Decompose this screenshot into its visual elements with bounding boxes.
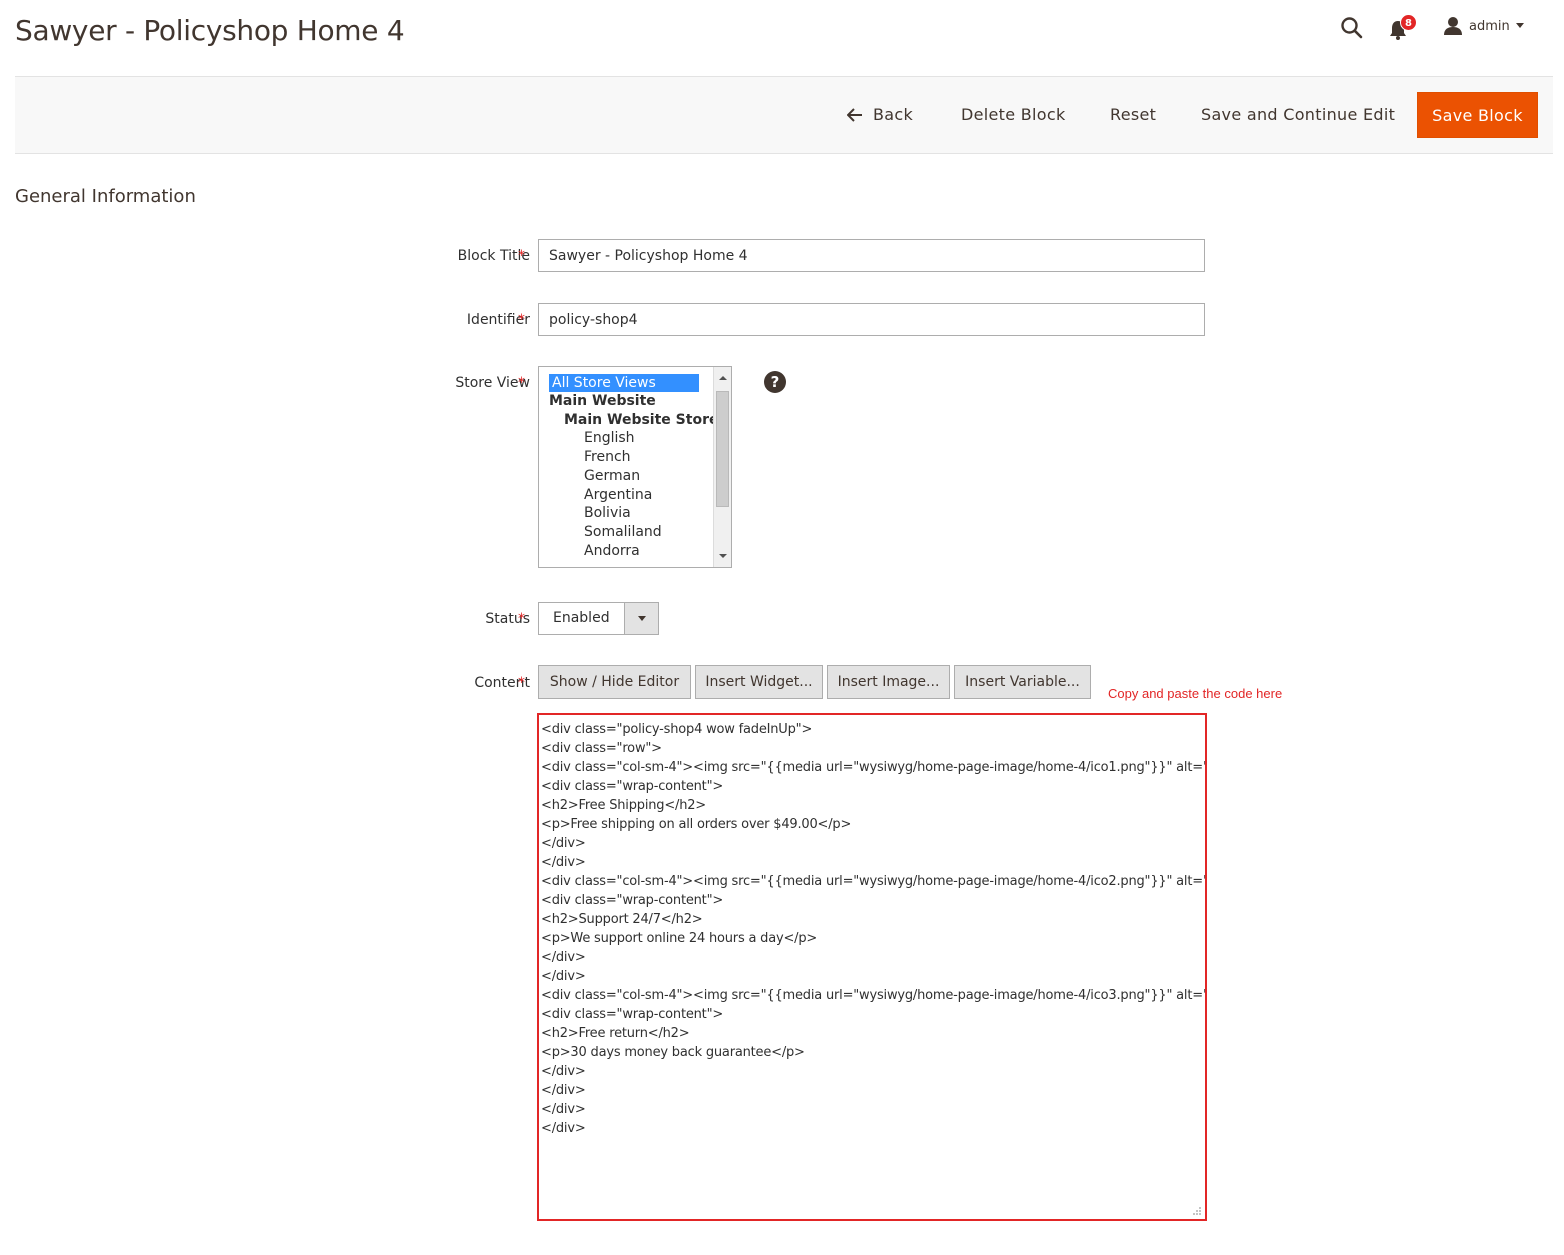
delete-block-button[interactable]: Delete Block [961,105,1066,124]
back-button[interactable]: Back [847,105,913,124]
store-view-option[interactable]: Bolivia [584,505,631,521]
code-line: <div class="col-sm-4"><img src="{{media … [541,988,1207,1003]
insert-image-button[interactable]: Insert Image... [827,665,950,699]
code-line: </div> [541,1064,586,1079]
store-view-option[interactable]: Somaliland [584,524,662,540]
store-view-option[interactable]: French [584,449,631,465]
code-line: <div class="col-sm-4"><img src="{{media … [541,760,1207,775]
store-view-option[interactable]: Main Website [549,393,656,409]
required-marker: * [518,611,525,627]
store-view-option[interactable]: English [584,430,635,446]
help-icon[interactable]: ? [764,371,786,393]
resize-grip-icon[interactable] [1192,1206,1202,1216]
content-textarea[interactable]: <div class="policy-shop4 wow fadeInUp"> <… [537,713,1207,1221]
scroll-down-icon [719,554,727,558]
code-line: <p>Free shipping on all orders over $49.… [541,817,852,832]
identifier-input[interactable] [538,303,1205,336]
code-line: <div class="wrap-content"> [541,1007,724,1022]
code-line: <p>We support online 24 hours a day</p> [541,931,818,946]
required-marker: * [518,248,525,264]
show-hide-editor-button[interactable]: Show / Hide Editor [538,665,691,699]
code-line: <div class="wrap-content"> [541,893,724,908]
code-line: </div> [541,836,586,851]
paste-code-annotation: Copy and paste the code here [1108,686,1283,701]
scrollbar[interactable] [713,367,731,567]
required-marker: * [518,375,525,391]
store-view-option[interactable]: German [584,468,640,484]
scrollbar-thumb[interactable] [716,391,729,507]
status-value: Enabled [553,610,610,626]
user-icon [1444,17,1462,35]
notification-count-badge: 8 [1400,14,1417,31]
save-and-continue-button[interactable]: Save and Continue Edit [1201,105,1395,124]
store-view-option[interactable]: Andorra [584,543,640,559]
section-title: General Information [15,186,196,207]
page-title: Sawyer - Policyshop Home 4 [15,14,405,47]
code-line: <p>30 days money back guarantee</p> [541,1045,805,1060]
user-menu[interactable]: admin [1443,16,1524,36]
reset-button[interactable]: Reset [1110,105,1156,124]
insert-widget-button[interactable]: Insert Widget... [695,665,823,699]
code-line: <h2>Free Shipping</h2> [541,798,706,813]
code-lines: <div class="policy-shop4 wow fadeInUp"> <… [541,720,1207,1138]
page-actions-bar: Back Delete Block Reset Save and Continu… [15,76,1553,154]
code-line: <div class="col-sm-4"><img src="{{media … [541,874,1207,889]
user-name: admin [1469,18,1510,34]
search-icon[interactable] [1340,16,1366,42]
code-line: </div> [541,950,586,965]
code-line: <h2>Free return</h2> [541,1026,690,1041]
save-block-button[interactable]: Save Block [1417,92,1538,138]
status-select[interactable]: Enabled [538,602,659,635]
store-view-option[interactable]: All Store Views [549,374,699,392]
required-marker: * [518,312,525,328]
code-line: </div> [541,1102,586,1117]
chevron-down-icon [1515,23,1524,28]
code-line: <div class="row"> [541,741,662,756]
code-line: </div> [541,969,586,984]
code-line: </div> [541,1083,586,1098]
back-label: Back [873,105,914,124]
store-view-option[interactable]: Main Website Store [564,412,718,428]
chevron-down-icon [624,603,658,634]
code-line: <div class="policy-shop4 wow fadeInUp"> [541,722,813,737]
code-line: </div> [541,855,586,870]
store-view-option[interactable]: Argentina [584,487,652,503]
code-line: </div> [541,1121,586,1136]
store-view-multiselect[interactable]: All Store Views Main Website Main Websit… [538,366,732,568]
scroll-up-icon [719,376,727,380]
notifications-button[interactable]: 8 [1388,14,1418,42]
required-marker: * [518,675,525,691]
arrow-left-icon [847,107,862,122]
code-line: <div class="wrap-content"> [541,779,724,794]
block-title-input[interactable] [538,239,1205,272]
insert-variable-button[interactable]: Insert Variable... [954,665,1091,699]
code-line: <h2>Support 24/7</h2> [541,912,703,927]
